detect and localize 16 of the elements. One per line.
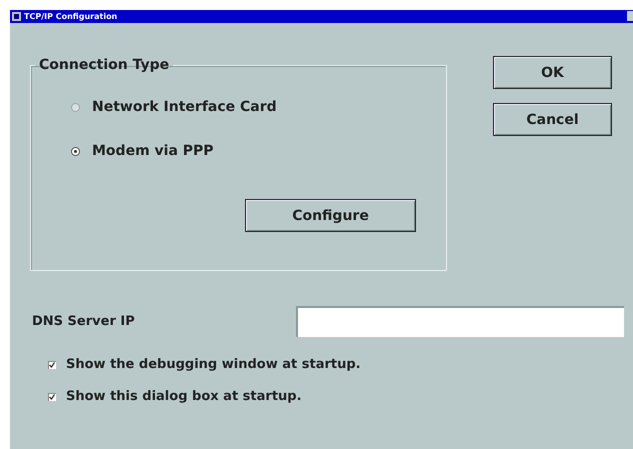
checkbox-label: Show the debugging window at startup.	[66, 357, 361, 372]
app-icon	[12, 12, 21, 21]
radio-button[interactable]	[71, 102, 80, 112]
radio-label: Modem via PPP	[92, 143, 214, 159]
group-title: Connection Type	[38, 57, 170, 73]
dns-label: DNS Server IP	[32, 314, 136, 329]
window-title: TCP/IP Configuration	[24, 12, 118, 21]
checkbox-label: Show this dialog box at startup.	[66, 389, 302, 404]
configure-button[interactable]: Configure	[245, 199, 416, 232]
radio-label: Network Interface Card	[92, 99, 277, 115]
dns-server-field[interactable]	[296, 306, 624, 337]
checkbox[interactable]	[48, 360, 56, 368]
radio-button[interactable]	[71, 146, 80, 156]
ok-button[interactable]: OK	[493, 56, 612, 89]
checkbox[interactable]	[48, 392, 56, 400]
cancel-button[interactable]: Cancel	[493, 103, 612, 136]
